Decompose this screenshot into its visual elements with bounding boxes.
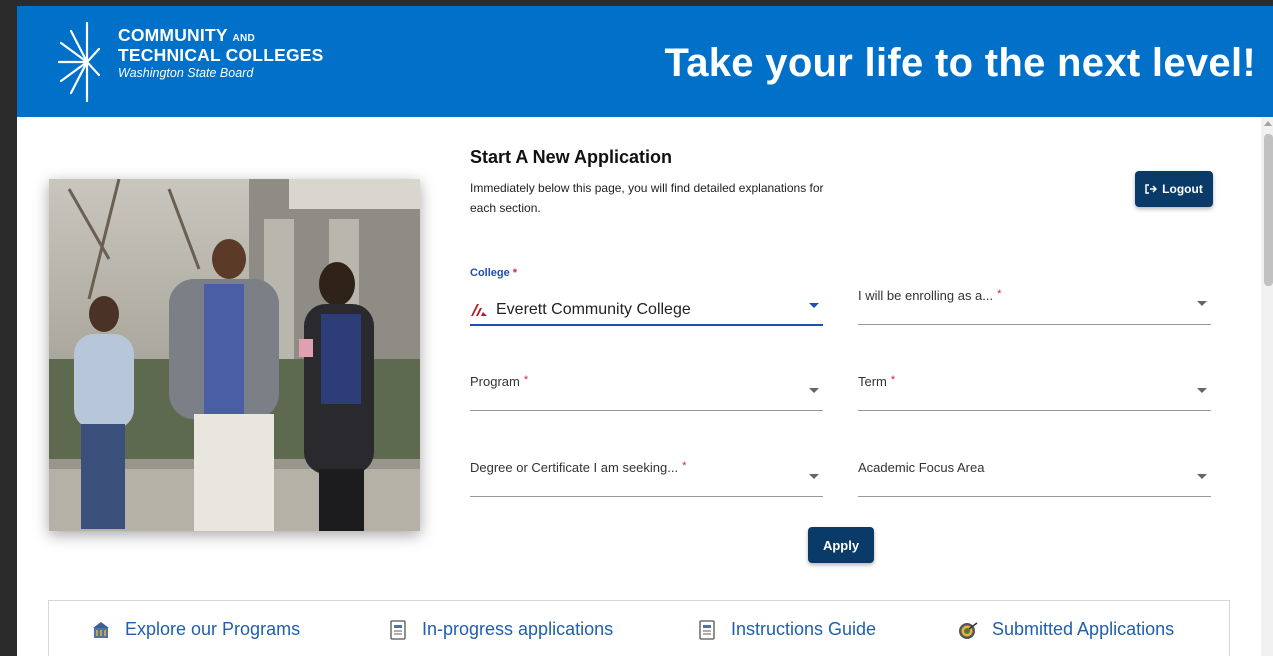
college-logo-icon — [471, 304, 487, 316]
college-label-text: College — [470, 267, 510, 279]
nav-submitted-applications[interactable]: Submitted Applications — [958, 619, 1174, 640]
chevron-down-icon — [1197, 474, 1207, 479]
nav-label: In-progress applications — [422, 619, 614, 639]
college-label: College * — [470, 267, 517, 279]
required-marker: * — [890, 374, 896, 386]
scroll-thumb[interactable] — [1264, 134, 1273, 286]
required-marker: * — [682, 460, 687, 472]
logo-subtitle: Washington State Board — [118, 66, 254, 80]
logo-text: COMMUNITY AND TECHNICAL COLLEGES Washing… — [118, 25, 324, 80]
building-icon — [93, 621, 109, 638]
program-label: Program — [470, 374, 520, 389]
required-marker: * — [512, 267, 518, 279]
academic-focus-label: Academic Focus Area — [858, 460, 985, 475]
college-value-text: Everett Community College — [496, 301, 691, 318]
logout-icon — [1145, 184, 1158, 194]
page: COMMUNITY AND TECHNICAL COLLEGES Washing… — [17, 6, 1273, 656]
logout-label: Logout — [1162, 182, 1203, 196]
term-select[interactable]: Term * — [858, 366, 1211, 411]
enrolling-as-select[interactable]: I will be enrolling as a... * — [858, 280, 1211, 325]
nav-in-progress-applications[interactable]: In-progress applications — [388, 619, 613, 640]
target-icon — [959, 621, 978, 639]
degree-label: Degree or Certificate I am seeking... — [470, 460, 679, 475]
chevron-down-icon — [1197, 388, 1207, 393]
required-marker: * — [997, 288, 1002, 300]
degree-select[interactable]: Degree or Certificate I am seeking... * — [470, 452, 823, 497]
header-tagline: Take your life to the next level! — [664, 41, 1256, 85]
students-photo — [49, 179, 420, 531]
starburst-logo-icon — [57, 21, 101, 103]
academic-focus-select[interactable]: Academic Focus Area — [858, 452, 1211, 497]
logo-and: AND — [232, 33, 256, 44]
form-title: Start A New Application — [470, 147, 673, 167]
logo-line2: TECHNICAL COLLEGES — [118, 45, 324, 65]
logout-button[interactable]: Logout — [1135, 171, 1213, 207]
enrolling-label: I will be enrolling as a... — [858, 288, 994, 303]
college-select[interactable]: Everett Community College — [470, 288, 823, 326]
nav-label: Explore our Programs — [125, 619, 301, 639]
logo-line1: COMMUNITY — [118, 25, 228, 45]
college-value: Everett Community College — [470, 301, 691, 319]
chevron-down-icon — [809, 474, 819, 479]
term-label: Term — [858, 374, 887, 389]
chevron-down-icon — [809, 388, 819, 393]
chevron-down-icon — [809, 303, 819, 308]
required-marker: * — [523, 374, 529, 386]
page-scrollbar[interactable] — [1261, 117, 1273, 656]
program-select[interactable]: Program * — [470, 366, 823, 411]
site-header: COMMUNITY AND TECHNICAL COLLEGES Washing… — [17, 6, 1273, 117]
nav-label: Instructions Guide — [731, 619, 877, 639]
chevron-down-icon — [1197, 301, 1207, 306]
nav-label: Submitted Applications — [992, 619, 1175, 639]
apply-button[interactable]: Apply — [808, 527, 874, 563]
form-description: Immediately below this page, you will fi… — [470, 181, 824, 215]
scroll-up-arrow-icon[interactable] — [1264, 121, 1272, 126]
document-icon — [699, 619, 715, 640]
nav-instructions-guide[interactable]: Instructions Guide — [697, 619, 876, 640]
bottom-nav: Explore our Programs In-progress applica… — [48, 600, 1230, 656]
document-icon — [390, 619, 406, 640]
nav-explore-programs[interactable]: Explore our Programs — [91, 619, 300, 640]
